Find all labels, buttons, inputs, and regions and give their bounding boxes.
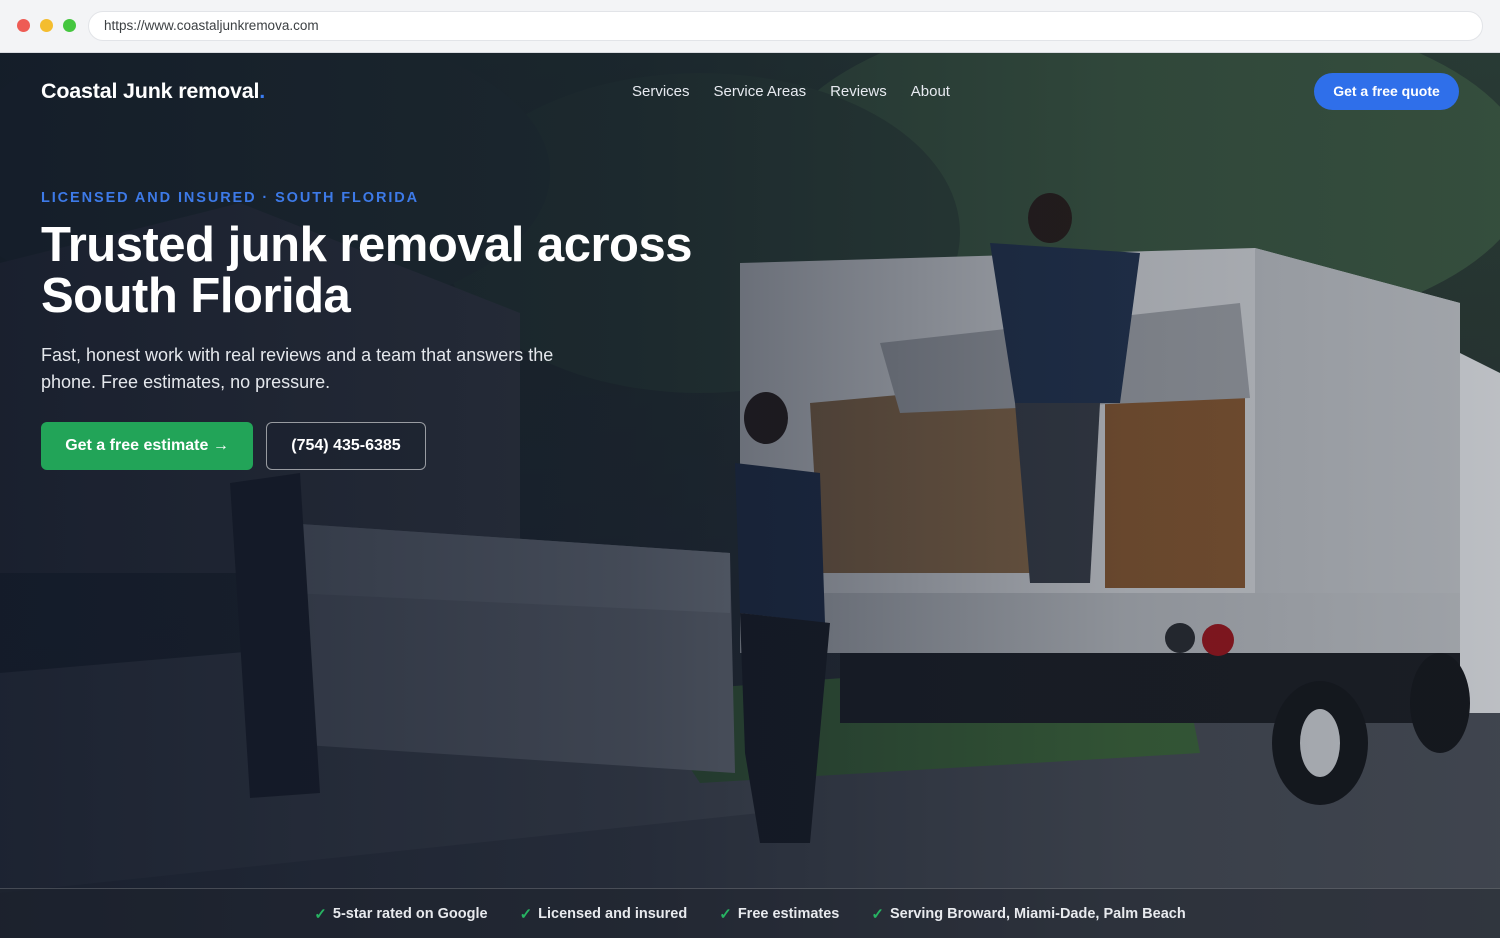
hero-overlay [0, 53, 1500, 938]
browser-chrome: https://www.coastaljunkremova.com [0, 0, 1500, 53]
hero-headline: Trusted junk removal across South Florid… [41, 220, 741, 322]
check-icon: ✓ [719, 905, 732, 923]
hero-section: Coastal Junk removal. Services Service A… [0, 53, 1500, 938]
trust-item-google-rating: ✓ 5-star rated on Google [314, 905, 487, 923]
headline-line-2: South Florida [41, 269, 351, 323]
get-free-estimate-button[interactable]: Get a free estimate → [41, 422, 253, 470]
headline-line-1: Trusted junk removal across [41, 218, 693, 272]
nav-link-services[interactable]: Services [632, 83, 690, 100]
trust-item-label: 5-star rated on Google [332, 905, 488, 922]
trust-item-service-area: ✓ Serving Broward, Miami-Dade, Palm Beac… [871, 905, 1185, 923]
trust-item-label: Licensed and insured [538, 905, 688, 922]
nav-link-reviews[interactable]: Reviews [830, 83, 887, 100]
address-bar[interactable]: https://www.coastaljunkremova.com [88, 11, 1483, 41]
main-nav: Services Service Areas Reviews About [632, 83, 950, 100]
site-logo[interactable]: Coastal Junk removal. [41, 79, 265, 104]
maximize-window-button[interactable] [63, 19, 76, 32]
minimize-window-button[interactable] [40, 19, 53, 32]
hero-eyebrow: LICENSED AND INSURED · SOUTH FLORIDA [41, 190, 420, 206]
trust-item-label: Serving Broward, Miami-Dade, Palm Beach [889, 905, 1186, 922]
check-icon: ✓ [519, 905, 533, 923]
get-free-quote-button[interactable]: Get a free quote [1314, 73, 1459, 110]
nav-link-about[interactable]: About [911, 83, 950, 100]
trust-item-free-estimates: ✓ Free estimates [719, 905, 839, 923]
close-window-button[interactable] [17, 19, 30, 32]
trust-item-label: Free estimates [737, 905, 840, 922]
check-icon: ✓ [314, 905, 327, 923]
trust-item-licensed: ✓ Licensed and insured [520, 905, 688, 923]
phone-number-button[interactable]: (754) 435-6385 [266, 422, 426, 470]
logo-dot: . [259, 79, 266, 103]
logo-text: Coastal Junk removal [41, 79, 260, 103]
nav-link-service-areas[interactable]: Service Areas [714, 83, 807, 100]
hero-subtext: Fast, honest work with real reviews and … [41, 345, 554, 392]
check-icon: ✓ [871, 905, 884, 923]
trust-bar: ✓ 5-star rated on Google ✓ Licensed and … [0, 888, 1500, 938]
